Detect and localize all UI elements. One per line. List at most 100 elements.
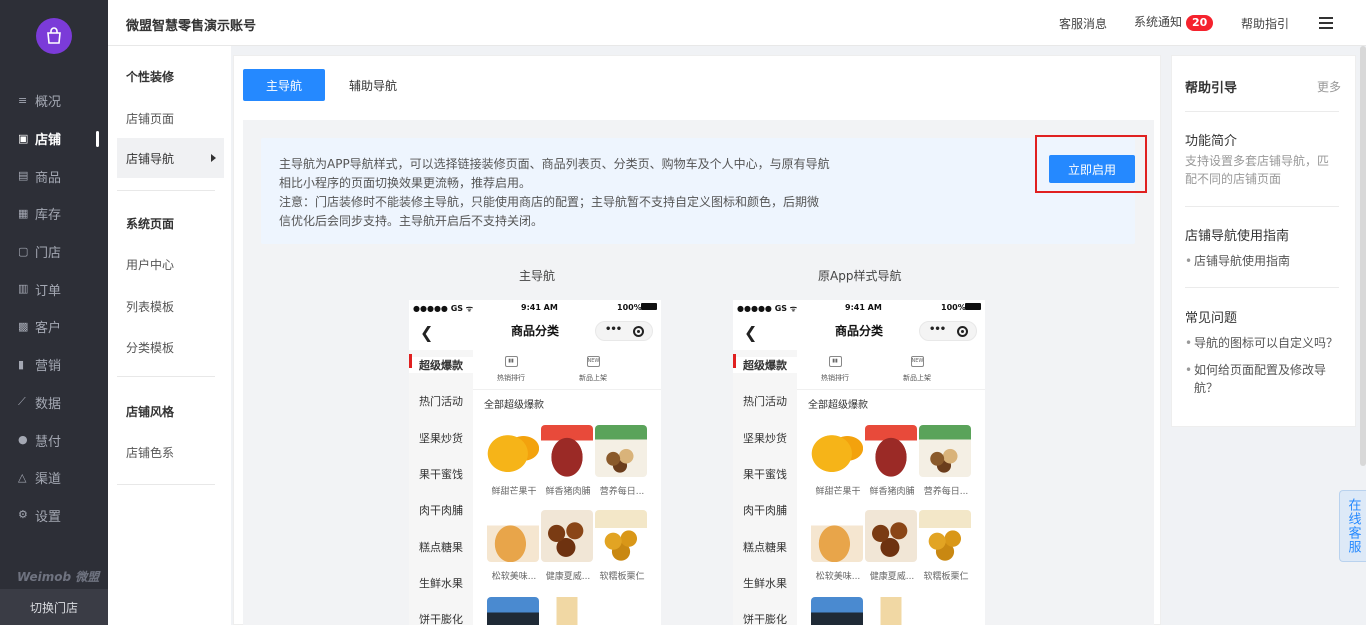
system-notice-link[interactable]: 系统通知 20 — [1134, 13, 1214, 31]
notice-count-badge: 20 — [1186, 15, 1214, 31]
online-service-button[interactable]: 在线客服 — [1339, 490, 1366, 562]
category-item[interactable]: 饼干膨化 — [409, 611, 473, 625]
sub-item-store-color[interactable]: 店铺色系 — [126, 444, 174, 461]
sub-item-list-template[interactable]: 列表模板 — [126, 298, 174, 315]
nav-item-label: 库存 — [35, 208, 62, 224]
help-more-link[interactable]: 更多 — [1317, 78, 1341, 95]
help-guide-link[interactable]: 店铺导航使用指南 — [1185, 252, 1341, 270]
group-store-style: 店铺风格 — [126, 405, 175, 419]
category-item[interactable]: 肉干肉脯 — [733, 502, 797, 518]
product-card[interactable]: 营养每日... — [919, 425, 971, 497]
category-item[interactable]: 饼干膨化 — [733, 611, 797, 625]
new-tag-icon: NEW — [586, 356, 600, 367]
caption-app-nav: 原App样式导航 — [818, 269, 902, 283]
nav-item-store[interactable]: ▣ 店铺 — [0, 120, 108, 158]
mini-program-capsule[interactable]: ••• — [595, 321, 653, 341]
product-card[interactable]: 健康夏威... — [865, 510, 917, 582]
nav-item-pay[interactable]: ● 慧付 — [0, 421, 108, 459]
new-arrival-entry[interactable]: NEW 新品上架 — [887, 356, 947, 383]
product-card[interactable]: 软糯板栗仁 — [595, 510, 647, 582]
sub-item-store-nav[interactable]: 店铺导航 — [117, 138, 224, 178]
sub-item-store-page[interactable]: 店铺页面 — [126, 110, 174, 127]
product-card[interactable]: 健康夏威... — [541, 510, 593, 582]
all-products-label: 全部超级爆款 — [484, 400, 544, 411]
help-guide-link[interactable]: 帮助指引 — [1241, 15, 1289, 32]
divider — [1185, 287, 1339, 288]
product-card[interactable]: 鲜香猪肉脯 — [541, 425, 593, 497]
faq-link-config-nav[interactable]: 如何给页面配置及修改导航？ — [1185, 361, 1341, 397]
product-card[interactable] — [487, 597, 539, 625]
product-card[interactable] — [865, 597, 917, 625]
enable-now-button[interactable]: 立即启用 — [1049, 155, 1135, 183]
nav-item-overview[interactable]: ≡ 概况 — [0, 82, 108, 120]
product-name: 营养每日... — [923, 487, 969, 497]
category-item[interactable]: 超级爆款 — [733, 354, 797, 373]
mini-program-capsule[interactable]: ••• — [919, 321, 977, 341]
product-image — [595, 425, 647, 477]
product-image — [865, 510, 917, 562]
close-circle-icon[interactable] — [633, 326, 644, 337]
nav-item-inventory[interactable]: ▦ 库存 — [0, 195, 108, 233]
tab-aux-nav[interactable]: 辅助导航 — [343, 69, 403, 101]
nav-item-channel[interactable]: △ 渠道 — [0, 459, 108, 497]
category-item[interactable]: 超级爆款 — [409, 354, 473, 373]
product-name: 软糯板栗仁 — [923, 572, 969, 582]
hot-rank-label: 热销排行 — [821, 374, 849, 382]
new-arrival-entry[interactable]: NEW 新品上架 — [563, 356, 623, 383]
nav-list: ≡ 概况 ▣ 店铺 ▤ 商品 ▦ 库存 ▢ 门店 ▥ 订单 ▩ 客户 ▮ 营销 ⟋ 数据 ● 慧付 △ 渠道 ⚙ 设置 — [0, 82, 108, 534]
switch-store-button[interactable]: 切换门店 — [0, 589, 108, 625]
category-item[interactable]: 热门活动 — [733, 393, 797, 409]
category-list: 超级爆款热门活动坚果炒货果干蜜饯肉干肉脯糕点糖果生鲜水果饼干膨化 — [409, 350, 473, 625]
product-name: 鲜甜芒果干 — [491, 487, 537, 497]
category-item[interactable]: 生鲜水果 — [409, 575, 473, 591]
category-item[interactable]: 糕点糖果 — [409, 539, 473, 555]
nav-item-shop[interactable]: ▢ 门店 — [0, 233, 108, 271]
menu-icon[interactable] — [1319, 17, 1333, 29]
category-item[interactable]: 生鲜水果 — [733, 575, 797, 591]
sub-item-category-template[interactable]: 分类模板 — [126, 339, 174, 356]
category-item[interactable]: 肉干肉脯 — [409, 502, 473, 518]
more-dots-icon[interactable]: ••• — [929, 324, 946, 335]
product-name: 松软美味... — [815, 572, 861, 582]
goods-icon: ▤ — [18, 169, 29, 183]
product-card[interactable]: 松软美味... — [487, 510, 539, 582]
hot-rank-entry[interactable]: ▮▮ 热销排行 — [481, 356, 541, 383]
category-item[interactable]: 热门活动 — [409, 393, 473, 409]
product-image — [811, 510, 863, 562]
product-card[interactable]: 松软美味... — [811, 510, 863, 582]
nav-item-goods[interactable]: ▤ 商品 — [0, 157, 108, 195]
category-list: 超级爆款热门活动坚果炒货果干蜜饯肉干肉脯糕点糖果生鲜水果饼干膨化 — [733, 350, 797, 625]
divider — [117, 190, 215, 191]
product-card[interactable]: 鲜甜芒果干 — [811, 425, 863, 497]
product-card[interactable] — [811, 597, 863, 625]
nav-item-settings[interactable]: ⚙ 设置 — [0, 497, 108, 535]
faq-link-icon-custom[interactable]: 导航的图标可以自定义吗？ — [1185, 334, 1341, 352]
product-card[interactable]: 营养每日... — [595, 425, 647, 497]
nav-item-data[interactable]: ⟋ 数据 — [0, 384, 108, 422]
category-item[interactable]: 果干蜜饯 — [733, 466, 797, 482]
nav-item-marketing[interactable]: ▮ 营销 — [0, 346, 108, 384]
more-dots-icon[interactable]: ••• — [605, 324, 622, 335]
divider — [1185, 111, 1339, 112]
inventory-icon: ▦ — [18, 206, 29, 220]
category-item[interactable]: 坚果炒货 — [409, 430, 473, 446]
page-scrollbar[interactable] — [1360, 46, 1366, 466]
category-item[interactable]: 果干蜜饯 — [409, 466, 473, 482]
product-card[interactable]: 鲜甜芒果干 — [487, 425, 539, 497]
product-card[interactable]: 软糯板栗仁 — [919, 510, 971, 582]
close-circle-icon[interactable] — [957, 326, 968, 337]
category-item[interactable]: 糕点糖果 — [733, 539, 797, 555]
sub-item-user-center[interactable]: 用户中心 — [126, 256, 174, 273]
product-card[interactable] — [541, 597, 593, 625]
product-card[interactable]: 鲜香猪肉脯 — [865, 425, 917, 497]
tab-main-nav[interactable]: 主导航 — [243, 69, 325, 101]
app-logo[interactable] — [36, 18, 72, 54]
category-item[interactable]: 坚果炒货 — [733, 430, 797, 446]
service-message-link[interactable]: 客服消息 — [1059, 15, 1107, 32]
nav-item-customer[interactable]: ▩ 客户 — [0, 308, 108, 346]
product-name: 软糯板栗仁 — [599, 572, 645, 582]
hot-rank-entry[interactable]: ▮▮ 热销排行 — [805, 356, 865, 383]
nav-item-label: 数据 — [35, 396, 62, 412]
nav-item-order[interactable]: ▥ 订单 — [0, 270, 108, 308]
product-image — [541, 510, 593, 562]
